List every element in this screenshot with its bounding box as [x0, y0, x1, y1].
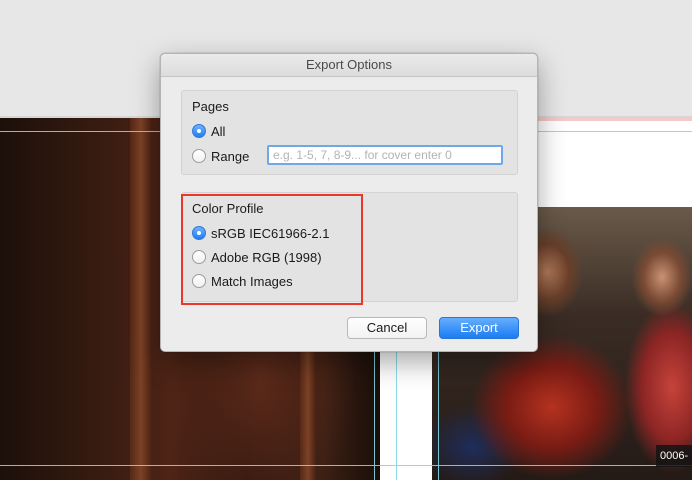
- radio-unselected-icon[interactable]: [192, 250, 206, 264]
- page-range-input[interactable]: [267, 145, 503, 165]
- radio-label: sRGB IEC61966-2.1: [211, 225, 330, 241]
- radio-adobe-rgb[interactable]: Adobe RGB (1998): [192, 248, 322, 266]
- radio-match-images[interactable]: Match Images: [192, 272, 293, 290]
- pages-group-label: Pages: [192, 99, 229, 114]
- radio-pages-range[interactable]: Range: [192, 147, 249, 165]
- color-profile-group: Color Profile sRGB IEC61966-2.1 Adobe RG…: [181, 192, 518, 302]
- pages-group: Pages All Range: [181, 90, 518, 175]
- radio-label: All: [211, 123, 226, 139]
- radio-selected-icon[interactable]: [192, 124, 206, 138]
- guide-line: [0, 465, 692, 466]
- radio-selected-icon[interactable]: [192, 226, 206, 240]
- radio-label: Adobe RGB (1998): [211, 249, 322, 265]
- export-button[interactable]: Export: [439, 317, 519, 339]
- photo-beam: [130, 118, 152, 480]
- radio-srgb[interactable]: sRGB IEC61966-2.1: [192, 224, 330, 242]
- export-options-dialog: Export Options Pages All Range Color Pro…: [160, 53, 538, 352]
- cancel-button[interactable]: Cancel: [347, 317, 427, 339]
- radio-label: Match Images: [211, 273, 293, 289]
- page-number-label: 0006-: [656, 445, 692, 467]
- dialog-title: Export Options: [161, 54, 537, 77]
- radio-unselected-icon[interactable]: [192, 274, 206, 288]
- radio-label: Range: [211, 148, 250, 164]
- color-profile-group-label: Color Profile: [192, 201, 264, 216]
- radio-pages-all[interactable]: All: [192, 122, 225, 140]
- radio-unselected-icon[interactable]: [192, 149, 206, 163]
